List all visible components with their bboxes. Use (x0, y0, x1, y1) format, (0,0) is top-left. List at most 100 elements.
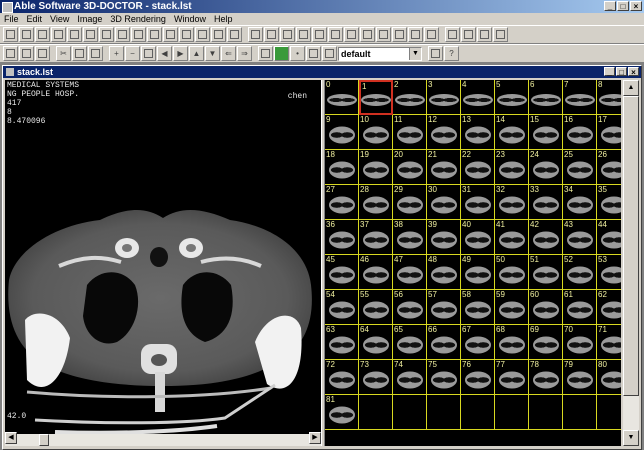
thumbnail-cell[interactable]: 76 (461, 360, 495, 395)
child-maximize-button[interactable]: □ (616, 67, 627, 77)
thumbnail-cell[interactable]: 29 (393, 185, 427, 220)
contour-tool-icon[interactable] (195, 27, 210, 42)
thumbnail-cell[interactable]: 66 (427, 325, 461, 360)
thumbnail-cell[interactable]: 19 (359, 150, 393, 185)
table-tool-icon[interactable] (344, 27, 359, 42)
thumbnail-cell[interactable]: 24 (529, 150, 563, 185)
close-button[interactable]: × (630, 1, 642, 11)
thumbnail-cell[interactable]: 54 (325, 290, 359, 325)
child-close-button[interactable]: × (628, 67, 639, 77)
image-hscrollbar[interactable]: ◀ ▶ (5, 432, 321, 446)
arrow-down-icon[interactable]: ▼ (205, 46, 220, 61)
scroll-right-button[interactable]: ▶ (309, 432, 321, 444)
thumbnail-cell[interactable]: 77 (495, 360, 529, 395)
thumbnail-cell[interactable]: 32 (495, 185, 529, 220)
menu-edit[interactable]: Edit (23, 13, 47, 25)
next-slice-icon[interactable]: ⇒ (237, 46, 252, 61)
thumbnail-cell[interactable]: 47 (393, 255, 427, 290)
copy-icon[interactable] (72, 46, 87, 61)
thumbnail-cell[interactable]: 78 (529, 360, 563, 395)
profile-select[interactable]: default ▼ (338, 46, 422, 61)
thumbnail-cell[interactable]: 5 (495, 80, 529, 115)
arrow-left-icon[interactable]: ◀ (157, 46, 172, 61)
thumbnail-cell[interactable]: 27 (325, 185, 359, 220)
thumbnail-cell[interactable]: 38 (393, 220, 427, 255)
vscroll-thumb[interactable] (623, 96, 639, 396)
thumbnail-cell[interactable]: 7 (563, 80, 597, 115)
measure-tool-icon[interactable] (147, 27, 162, 42)
pencil-tool-icon[interactable] (280, 27, 295, 42)
menu-view[interactable]: View (46, 13, 73, 25)
fill-tool-icon[interactable] (179, 27, 194, 42)
thumbnail-cell[interactable]: 73 (359, 360, 393, 395)
thumbnail-cell[interactable]: 12 (427, 115, 461, 150)
thumbnail-cell[interactable]: 1 (359, 80, 393, 115)
apply-icon[interactable] (428, 46, 443, 61)
thumbnail-cell[interactable]: 43 (563, 220, 597, 255)
boundary-tool-icon[interactable] (211, 27, 226, 42)
thumbnail-cell[interactable]: 21 (427, 150, 461, 185)
zoom-fit-icon[interactable] (141, 46, 156, 61)
thumbnail-cell[interactable]: 42 (529, 220, 563, 255)
brush-tool-icon[interactable] (296, 27, 311, 42)
thumbnail-cell[interactable]: 59 (495, 290, 529, 325)
thumbnail-cell[interactable]: 69 (529, 325, 563, 360)
child-minimize-button[interactable]: _ (604, 67, 615, 77)
thumbnail-cell[interactable]: 25 (563, 150, 597, 185)
thumbnail-cell[interactable]: 79 (563, 360, 597, 395)
zoom-in-icon[interactable]: + (109, 46, 124, 61)
minimize-button[interactable]: _ (604, 1, 616, 11)
thumbnail-cell[interactable]: 75 (427, 360, 461, 395)
thumbnail-cell[interactable]: 15 (529, 115, 563, 150)
select-tool-icon[interactable] (3, 27, 18, 42)
thumbnail-cell[interactable]: 56 (393, 290, 427, 325)
maximize-button[interactable]: □ (617, 1, 629, 11)
scroll-up-button[interactable]: ▲ (623, 80, 639, 96)
thumbnail-cell[interactable]: 45 (325, 255, 359, 290)
scroll-left-button[interactable]: ◀ (5, 432, 17, 444)
open-folder-icon[interactable] (19, 46, 34, 61)
thumbnail-cell[interactable]: 72 (325, 360, 359, 395)
thumbnail-cell[interactable]: 17 (597, 115, 621, 150)
menu-file[interactable]: File (0, 13, 23, 25)
thumbnail-cell[interactable]: 8 (597, 80, 621, 115)
thumbnail-cell[interactable]: 49 (461, 255, 495, 290)
thumbnail-cell[interactable]: 70 (563, 325, 597, 360)
profile-tool-icon[interactable] (312, 27, 327, 42)
help-icon[interactable]: ? (444, 46, 459, 61)
grid-view-icon[interactable] (258, 46, 273, 61)
thumbnail-cell[interactable]: 0 (325, 80, 359, 115)
arrow-right-icon[interactable]: ▶ (173, 46, 188, 61)
thumbnail-cell[interactable]: 44 (597, 220, 621, 255)
prev-slice-icon[interactable]: ⇐ (221, 46, 236, 61)
rect-tool-icon[interactable] (19, 27, 34, 42)
image-icon[interactable] (306, 46, 321, 61)
thumbnail-cell[interactable]: 23 (495, 150, 529, 185)
paste-icon[interactable] (88, 46, 103, 61)
thumbnail-cell[interactable]: 62 (597, 290, 621, 325)
light-tool-icon[interactable] (445, 27, 460, 42)
freehand-tool-icon[interactable] (67, 27, 82, 42)
save-icon[interactable] (35, 46, 50, 61)
thumbnail-grid-view[interactable]: 0 1 2 3 4 5 6 7 8 9 10 11 12 13 14 15 16 17 18 19 20 21 22 23 24… (325, 80, 621, 446)
thumbnail-cell[interactable]: 81 (325, 395, 359, 430)
rotate-tool-icon[interactable] (461, 27, 476, 42)
thumbnail-cell[interactable]: 9 (325, 115, 359, 150)
thumbnail-cell[interactable]: 80 (597, 360, 621, 395)
thumbnail-cell[interactable]: 36 (325, 220, 359, 255)
histogram-tool-icon[interactable] (328, 27, 343, 42)
ct-image-view[interactable]: MEDICAL SYSTEMS NG PEOPLE HOSP. 417 8 8.… (5, 80, 321, 446)
thumbnail-cell[interactable]: 18 (325, 150, 359, 185)
thumbnail-cell[interactable]: 35 (597, 185, 621, 220)
arrow-up-icon[interactable]: ▲ (189, 46, 204, 61)
thumbnail-cell[interactable]: 53 (597, 255, 621, 290)
thumbnail-cell[interactable]: 10 (359, 115, 393, 150)
thumbnail-cell[interactable]: 34 (563, 185, 597, 220)
move-tool-icon[interactable] (115, 27, 130, 42)
menu-3d-rendering[interactable]: 3D Rendering (106, 13, 170, 25)
thumbnail-cell[interactable]: 46 (359, 255, 393, 290)
thumbnail-cell[interactable]: 60 (529, 290, 563, 325)
scroll-down-button[interactable]: ▼ (623, 430, 639, 446)
thumbnail-cell[interactable]: 68 (495, 325, 529, 360)
thumbnail-cell[interactable]: 55 (359, 290, 393, 325)
